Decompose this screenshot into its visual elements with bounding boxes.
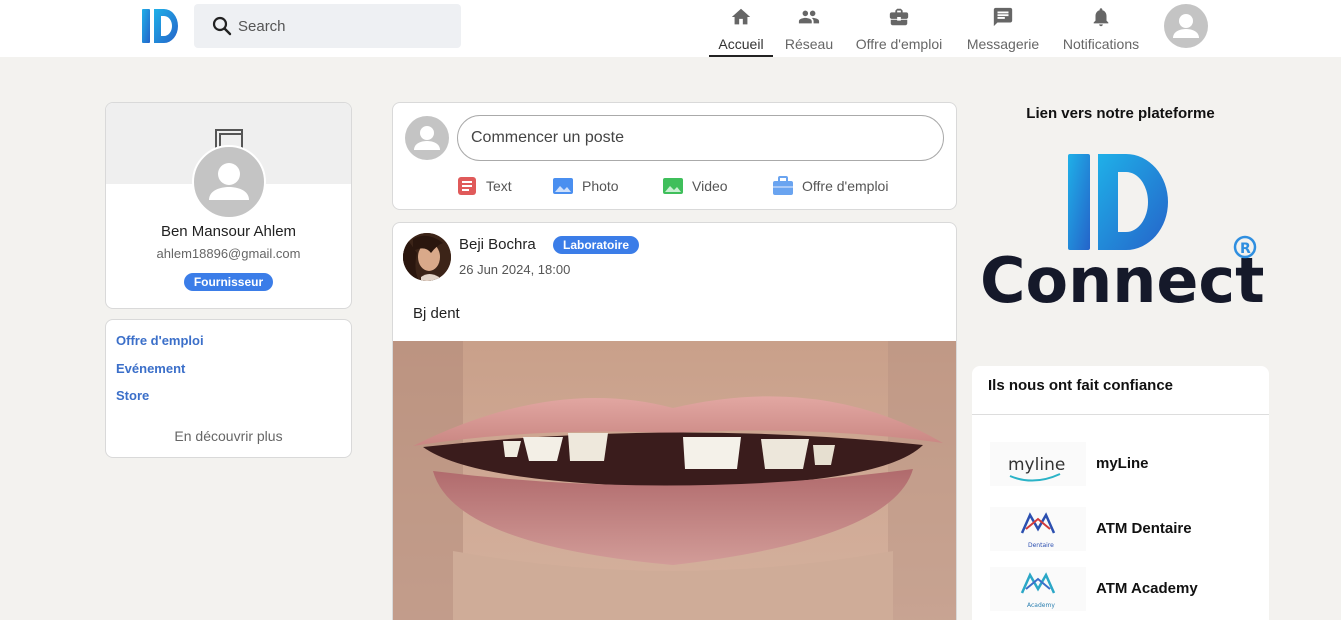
atm-academy-logo: Academy: [990, 567, 1086, 611]
profile-email: ahlem18896@gmail.com: [156, 246, 301, 261]
home-icon: [731, 8, 751, 25]
nav-notifications[interactable]: Notifications: [1058, 0, 1144, 57]
search-input[interactable]: [238, 4, 448, 48]
composer-action-photo[interactable]: Photo: [553, 175, 633, 197]
nav-label: Notifications: [1062, 36, 1140, 52]
post-composer: Commencer un poste Text Photo Video Offr…: [392, 102, 957, 210]
partner-name: ATM Academy: [1096, 580, 1198, 597]
profile-name[interactable]: Ben Mansour Ahlem: [106, 223, 351, 240]
author-photo: [403, 233, 451, 281]
photo-icon: [553, 178, 573, 194]
nav-accueil[interactable]: Accueil: [709, 0, 773, 57]
nav-label: Réseau: [784, 36, 834, 52]
people-icon: [798, 10, 820, 24]
user-avatar-menu[interactable]: [1164, 4, 1208, 48]
partner-name: myLine: [1096, 455, 1149, 472]
nav-messagerie[interactable]: Messagerie: [963, 0, 1043, 57]
action-label: Photo: [582, 178, 619, 194]
composer-avatar: [405, 116, 449, 160]
svg-text:R: R: [1240, 241, 1251, 257]
briefcase-icon: [773, 176, 793, 195]
person-icon: [414, 126, 440, 150]
video-icon: [663, 178, 683, 194]
partner-atm-dentaire[interactable]: Dentaire ATM Dentaire: [990, 507, 1250, 551]
chat-icon: [993, 7, 1013, 27]
post-author[interactable]: Beji Bochra: [459, 236, 536, 253]
atm-dentaire-logo: Dentaire: [990, 507, 1086, 551]
link-store[interactable]: Store: [116, 388, 149, 403]
post-image[interactable]: [393, 341, 957, 620]
person-icon: [1173, 14, 1199, 38]
partners-card: Ils nous ont fait confiance myline myLin…: [972, 366, 1269, 620]
search-icon: [212, 16, 232, 36]
link-evenement[interactable]: Evénement: [116, 361, 185, 376]
person-icon: [209, 163, 249, 200]
partner-name: ATM Dentaire: [1096, 520, 1192, 537]
profile-avatar[interactable]: [192, 145, 266, 219]
nav-label: Offre d'emploi: [855, 36, 943, 52]
composer-action-text[interactable]: Text: [457, 175, 527, 197]
composer-action-job[interactable]: Offre d'emploi: [773, 175, 903, 197]
partner-myline[interactable]: myline myLine: [990, 442, 1250, 486]
post-text: Bj dent: [413, 305, 460, 322]
composer-action-video[interactable]: Video: [663, 175, 743, 197]
myline-logo: myline: [990, 442, 1086, 486]
brand-word: Connect: [980, 244, 1263, 310]
start-post-input[interactable]: Commencer un poste: [457, 115, 944, 161]
post-date: 26 Jun 2024, 18:00: [459, 262, 571, 277]
partner-atm-academy[interactable]: Academy ATM Academy: [990, 567, 1250, 611]
nav-reseau[interactable]: Réseau: [781, 0, 837, 57]
id-connect-brand-logo[interactable]: Connect R: [978, 150, 1263, 310]
top-navbar: Accueil Réseau Offre d'emploi Messagerie…: [0, 0, 1341, 57]
action-label: Offre d'emploi: [802, 178, 889, 194]
partners-title: Ils nous ont fait confiance: [988, 377, 1174, 394]
bell-icon: [1093, 8, 1109, 27]
action-label: Video: [692, 178, 728, 194]
quick-links-card: Offre d'emploi Evénement Store En découv…: [105, 319, 352, 458]
text-doc-icon: [458, 177, 476, 195]
link-offre-emploi[interactable]: Offre d'emploi: [116, 333, 204, 348]
nav-label: Accueil: [718, 36, 764, 52]
divider: [972, 414, 1269, 415]
platform-link-title: Lien vers notre plateforme: [1026, 105, 1215, 122]
briefcase-icon: [889, 8, 909, 26]
action-label: Text: [486, 178, 512, 194]
author-badge: Laboratoire: [553, 236, 640, 254]
author-avatar[interactable]: [403, 233, 451, 281]
nav-offre-emploi[interactable]: Offre d'emploi: [849, 0, 949, 57]
feed-post: Beji Bochra Laboratoire 26 Jun 2024, 18:…: [392, 222, 957, 620]
search-bar[interactable]: [194, 4, 461, 48]
profile-card: Ben Mansour Ahlem ahlem18896@gmail.com F…: [105, 102, 352, 309]
svg-text:Dentaire: Dentaire: [1028, 542, 1054, 549]
id-logo[interactable]: [140, 6, 182, 46]
svg-text:Academy: Academy: [1027, 602, 1055, 609]
discover-more-link[interactable]: En découvrir plus: [106, 428, 351, 444]
role-badge: Fournisseur: [183, 273, 274, 291]
svg-text:myline: myline: [1008, 455, 1065, 475]
nav-label: Messagerie: [966, 36, 1040, 52]
